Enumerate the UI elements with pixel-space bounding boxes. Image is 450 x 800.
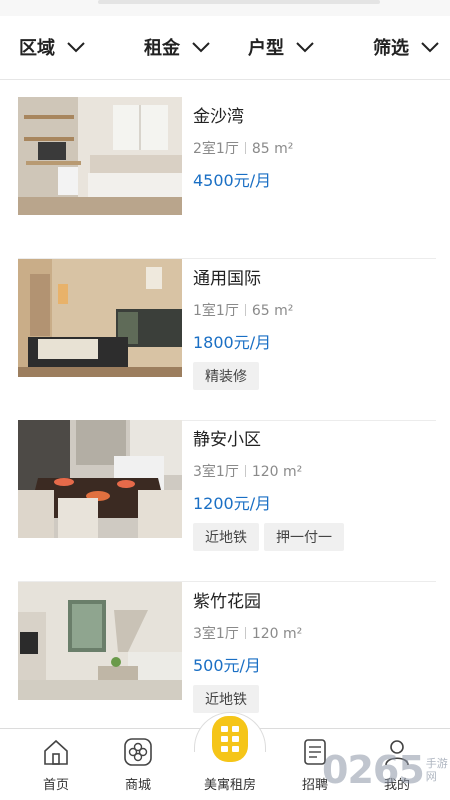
listing-rooms: 2室1厅 — [193, 141, 239, 157]
site-watermark: 0265 手游网 — [322, 745, 450, 795]
filter-bar: 区域 租金 户型 筛选 — [0, 16, 450, 80]
listing-item[interactable]: 通用国际 1室1厅 65 m² 1800元/月 精装修 — [18, 259, 436, 421]
filter-layout-label: 户型 — [248, 38, 284, 59]
tab-mall[interactable]: 商城 — [103, 735, 173, 793]
search-bar-edge — [98, 0, 380, 4]
filter-rent-label: 租金 — [144, 38, 180, 59]
listing-photo[interactable] — [18, 420, 182, 538]
tab-mall-label: 商城 — [124, 778, 151, 793]
listing-photo[interactable] — [18, 97, 182, 215]
chevron-down-icon — [421, 41, 439, 52]
filter-area-label: 区域 — [19, 38, 55, 59]
divider — [244, 142, 246, 154]
listing-price: 1200元/月 — [193, 494, 272, 513]
tag: 近地铁 — [193, 523, 259, 551]
listing-tags: 精装修 — [193, 362, 436, 390]
listing-title: 通用国际 — [193, 269, 261, 289]
chevron-down-icon — [192, 41, 210, 52]
listing-tags: 近地铁 — [193, 685, 436, 713]
building-icon — [212, 716, 248, 762]
listing-title: 金沙湾 — [193, 107, 244, 127]
listing-photo[interactable] — [18, 582, 182, 700]
home-icon — [44, 739, 68, 765]
filter-rent[interactable]: 租金 — [144, 34, 210, 60]
filter-layout[interactable]: 户型 — [248, 34, 314, 60]
listing-area: 65 m² — [251, 303, 294, 319]
filter-more[interactable]: 筛选 — [373, 34, 439, 60]
tab-rental[interactable]: 美寓租房 — [190, 714, 270, 793]
listing-area: 120 m² — [251, 626, 303, 642]
tag: 近地铁 — [193, 685, 259, 713]
listing-rooms: 3室1厅 — [193, 464, 239, 480]
listing-rooms: 1室1厅 — [193, 303, 239, 319]
watermark-text: 手游网 — [425, 757, 448, 783]
tag: 精装修 — [193, 362, 259, 390]
listing-area: 120 m² — [251, 464, 303, 480]
listing-price: 500元/月 — [193, 656, 261, 675]
listing-meta: 2室1厅 85 m² — [193, 139, 436, 159]
tab-home[interactable]: 首页 — [21, 735, 91, 793]
chevron-down-icon — [296, 41, 314, 52]
listing-item[interactable]: 金沙湾 2室1厅 85 m² 4500元/月 — [18, 97, 436, 259]
status-strip — [0, 0, 450, 16]
watermark-digits: 0265 — [322, 748, 425, 792]
listing-tags: 近地铁 押一付一 — [193, 523, 436, 551]
listing-meta: 3室1厅 120 m² — [193, 462, 436, 482]
listing-meta: 3室1厅 120 m² — [193, 624, 436, 644]
listing-title: 紫竹花园 — [193, 592, 261, 612]
listing-area: 85 m² — [251, 141, 294, 157]
filter-more-label: 筛选 — [373, 38, 409, 59]
listing-price: 1800元/月 — [193, 333, 272, 352]
listing-item[interactable]: 静安小区 3室1厅 120 m² 1200元/月 近地铁 押一付一 — [18, 420, 436, 582]
listing-price: 4500元/月 — [193, 171, 272, 190]
divider — [244, 465, 246, 477]
divider — [244, 304, 246, 316]
divider — [244, 627, 246, 639]
flower-icon — [124, 738, 152, 766]
chevron-down-icon — [67, 41, 85, 52]
listing-photo[interactable] — [18, 259, 182, 377]
filter-area[interactable]: 区域 — [19, 34, 85, 60]
tag: 押一付一 — [264, 523, 344, 551]
tab-home-label: 首页 — [42, 778, 69, 793]
listing-meta: 1室1厅 65 m² — [193, 301, 436, 321]
listing-rooms: 3室1厅 — [193, 626, 239, 642]
tab-rental-label: 美寓租房 — [203, 778, 256, 793]
listing-title: 静安小区 — [193, 430, 261, 450]
